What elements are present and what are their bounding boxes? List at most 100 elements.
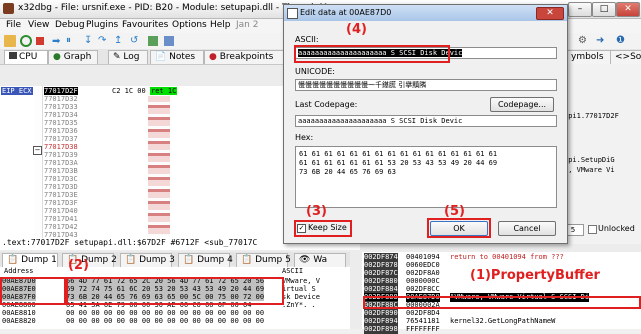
ascii-label: ASCII: [295, 35, 319, 44]
dump-ascii[interactable]: sk Device [282, 293, 320, 301]
disasm-address[interactable]: 77017D33 [44, 103, 78, 111]
tab-cpu[interactable]: CPU [4, 50, 48, 64]
close-button[interactable]: ✕ [616, 2, 640, 17]
unicode-field[interactable]: 慢慢慢慢慢慢慢慢慢慢⁓千䥓䐠 引擧黰隣 [295, 79, 557, 91]
codepage-field[interactable]: aaaaaaaaaaaaaaaaaaaaa S SCSI Disk Devic [295, 115, 557, 127]
disasm-address[interactable]: 77017D39 [44, 151, 78, 159]
graph-icon: ● [53, 52, 61, 62]
disasm-address[interactable]: 77017D34 [44, 111, 78, 119]
codepage-button[interactable]: Codepage... [490, 97, 554, 112]
disasm-address[interactable]: 77017D3B [44, 167, 78, 175]
dump-ascii[interactable]: .ZnY*. . [282, 301, 316, 309]
stack-comment[interactable]: return to 00401094 from ??? [450, 253, 564, 262]
dump-hex[interactable]: 00 00 00 00 00 00 00 00 00 00 00 00 00 0… [66, 309, 264, 317]
stack-view[interactable]: 002DF874 00401094 return to 00401094 from … [362, 252, 641, 334]
disasm-address[interactable]: 77017D3A [44, 159, 78, 167]
tab-log[interactable]: ✎ Log [108, 50, 148, 64]
tab-breakpoints[interactable]: ● Breakpoints [204, 50, 284, 64]
annotation-box-stack [363, 296, 641, 309]
disasm-bytes: C2 1C 00 [112, 87, 146, 95]
dialog-close-button[interactable]: ✕ [536, 7, 564, 20]
disasm-address[interactable]: 77017D35 [44, 119, 78, 127]
window-title: x32dbg - File: ursnif.exe - PID: B20 - M… [18, 3, 328, 13]
disasm-address[interactable]: 77017D2F [44, 87, 78, 95]
dump-ascii[interactable]: VMware, V [282, 277, 320, 285]
menu-debug[interactable]: Debug [55, 20, 85, 30]
disasm-address[interactable]: 77017D42 [44, 223, 78, 231]
tab-watch[interactable]: 👁 Wa [294, 253, 346, 267]
disasm-address[interactable]: 77017D3C [44, 175, 78, 183]
close-icon[interactable] [36, 37, 44, 45]
tab-dump-5[interactable]: 📋 Dump 5 [236, 253, 291, 267]
stack-address[interactable]: 002DF898 [364, 325, 398, 334]
maximize-button[interactable]: □ [592, 2, 616, 17]
menu-favourites[interactable]: Favourites [122, 20, 168, 30]
disasm-address[interactable]: 77017D37 [44, 135, 78, 143]
step-into-icon[interactable]: ↧ [84, 35, 92, 46]
minimize-button[interactable]: – [568, 2, 592, 17]
run-icon[interactable]: ➡ [52, 36, 60, 47]
tab-symbols[interactable]: ymbols [566, 50, 612, 64]
unlocked-checkbox[interactable] [588, 225, 597, 234]
tab-source[interactable]: <>So [610, 50, 641, 64]
dump-hex[interactable]: 00 00 00 00 00 00 00 00 00 00 00 00 00 0… [66, 317, 264, 325]
trace-icon[interactable]: ↺ [130, 35, 138, 46]
disasm-address[interactable]: 77017D3E [44, 191, 78, 199]
dump-icon: 📋 [7, 255, 19, 265]
cpu-icon [9, 52, 17, 59]
annotation-3: (3) [306, 204, 327, 219]
edit-data-dialog: Edit data at 00AE87D0 ✕ ASCII: aaaaaaaaa… [283, 4, 568, 244]
annotation-box-ascii [294, 45, 450, 63]
menu-plugins[interactable]: Plugins [86, 20, 118, 30]
tab-dump-4[interactable]: 📋 Dump 4 [178, 253, 233, 267]
hex-row: 73 6B 20 44 65 76 69 63 [299, 168, 396, 176]
pause-icon[interactable]: ⏸ [66, 35, 71, 46]
step-over-icon[interactable]: ↷ [98, 35, 106, 46]
dump-icon: 📋 [241, 255, 253, 265]
unlocked-label: Unlocked [598, 224, 635, 233]
menu-file[interactable]: File [6, 20, 21, 30]
disasm-address[interactable]: 77017D3D [44, 183, 78, 191]
dump-ascii[interactable]: irtual S [282, 285, 316, 293]
disasm-address[interactable]: 77017D41 [44, 215, 78, 223]
info-icon[interactable]: ❶ [616, 35, 625, 46]
menu-view[interactable]: View [28, 20, 49, 30]
stack-value[interactable]: FFFFFFFF [406, 325, 440, 334]
annotation-box-address [0, 277, 66, 305]
annotation-1-property-buffer: (1)PropertyBuffer [470, 268, 600, 283]
disasm-instruction: ret 1C [150, 87, 178, 95]
disasm-address[interactable]: 77017D40 [44, 207, 78, 215]
tab-dump-3[interactable]: 📋 Dump 3 [120, 253, 175, 267]
dump-view[interactable]: Address ASCII 00AE87D0 56 4D 77 61 72 65 … [0, 267, 350, 329]
disasm-address[interactable]: 77017D36 [44, 127, 78, 135]
disasm-address[interactable]: 77017D32 [44, 95, 78, 103]
menu-options[interactable]: Options [172, 20, 207, 30]
grid-icon[interactable] [148, 36, 158, 46]
restart-icon[interactable] [20, 35, 32, 47]
stack-comment[interactable]: kernel32.GetLongPathNameW [450, 317, 555, 326]
open-icon[interactable] [4, 35, 16, 47]
menu-help[interactable]: Help [210, 20, 231, 30]
tab-dump-1[interactable]: 📋 Dump 1 [2, 253, 58, 267]
dialog-title: Edit data at 00AE87D0 [300, 8, 392, 17]
tab-notes[interactable]: 📄 Notes [150, 50, 204, 64]
disasm-address[interactable]: 77017D38 [44, 143, 78, 151]
register-line: api.SetupDiG [564, 156, 615, 164]
collapse-icon[interactable]: − [33, 146, 42, 155]
log-icon: ✎ [113, 52, 121, 62]
register-line: e, VMware Vi [564, 166, 615, 174]
cancel-button[interactable]: Cancel [498, 221, 556, 236]
dump-address[interactable]: 00AE8820 [2, 317, 36, 325]
tab-graph[interactable]: ● Graph [48, 50, 98, 64]
settings-icon[interactable]: ⚙ [578, 35, 587, 46]
help-icon[interactable]: ➜ [596, 35, 604, 46]
patch-icon[interactable] [164, 36, 174, 46]
register-line: api1.77017D2F [564, 112, 619, 120]
disasm-address[interactable]: 77017D3F [44, 199, 78, 207]
run-to-return-icon[interactable]: ↥ [114, 35, 122, 46]
breakpoint-gutter [34, 86, 43, 238]
disasm-artifact-blur [148, 96, 170, 236]
annotation-5: (5) [444, 204, 465, 219]
hex-editor[interactable]: 61 61 61 61 61 61 61 61 61 61 61 61 61 6… [295, 146, 557, 208]
dump-address[interactable]: 00AE8810 [2, 309, 36, 317]
